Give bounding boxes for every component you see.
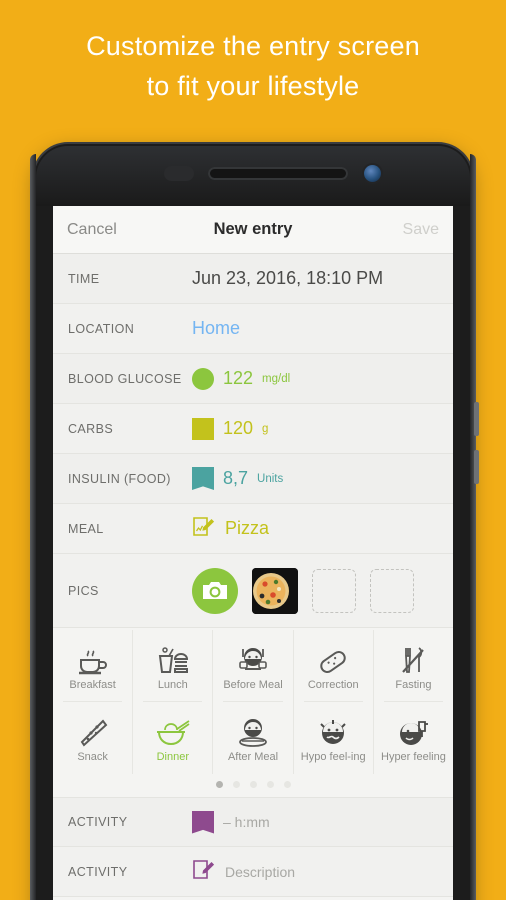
tag-label: Dinner — [156, 750, 189, 763]
activity-duration-value: – h:mm — [223, 814, 270, 830]
page-title: New entry — [213, 220, 293, 238]
tag-correction[interactable]: Correction — [294, 630, 374, 702]
tag-hypo-feeling[interactable]: Hypo feel-ing — [294, 702, 374, 774]
carbs-unit: g — [262, 422, 269, 435]
coffee-cup-icon — [76, 642, 110, 676]
promo-line-2: to fit your lifestyle — [146, 71, 360, 101]
tag-breakfast[interactable]: Breakfast — [53, 630, 134, 702]
row-carbs[interactable]: CARBS 120 g — [53, 404, 453, 454]
tag-fasting[interactable]: Fasting — [374, 630, 453, 702]
row-label-meal: MEAL — [68, 521, 104, 536]
proximity-sensor — [164, 166, 194, 181]
tag-before-meal[interactable]: Before Meal — [213, 630, 294, 702]
add-photo-camera-button[interactable] — [192, 567, 238, 614]
face-before-meal-icon — [235, 642, 271, 676]
row-blood-glucose[interactable]: BLOOD GLUCOSE 122 mg/dl — [53, 354, 453, 404]
tag-label: Lunch — [157, 678, 188, 691]
tag-hyper-feeling[interactable]: Hyper feeling — [374, 702, 453, 774]
tag-label: Breakfast — [69, 678, 116, 691]
tag-lunch[interactable]: Lunch — [133, 630, 214, 702]
row-label-location: LOCATION — [68, 321, 135, 336]
pager-dot-1[interactable] — [215, 781, 223, 788]
phone-device-mockup: Cancel New entry Save TIME Jun 23, 2016,… — [30, 144, 479, 900]
activity-duration-icon — [192, 810, 214, 834]
row-time[interactable]: TIME Jun 23, 2016, 18:10 PM — [53, 254, 453, 304]
time-value: Jun 23, 2016, 18:10 PM — [192, 268, 384, 288]
promo-line-1: Customize the entry screen — [86, 31, 420, 61]
row-insulin-food[interactable]: INSULIN (FOOD) 8,7 Units — [53, 454, 453, 504]
row-activity-description[interactable]: ACTIVITY Description — [53, 847, 453, 897]
blood-glucose-circle-icon — [192, 367, 214, 390]
tag-grid: Breakfast Lunch Before Meal Correction F… — [53, 628, 453, 797]
face-after-meal-icon — [235, 714, 271, 748]
row-pics: PICS — [53, 554, 453, 628]
row-label-activity-duration: ACTIVITY — [68, 815, 128, 829]
carbs-square-icon — [192, 417, 214, 440]
tag-label: Correction — [307, 678, 359, 691]
location-value[interactable]: Home — [192, 318, 240, 339]
hyper-feeling-icon — [396, 714, 430, 748]
crossed-cutlery-icon — [397, 642, 429, 676]
tag-label: Hyper feeling — [381, 750, 446, 763]
pager-dot-4[interactable] — [266, 781, 274, 788]
row-label-insulin-food: INSULIN (FOOD) — [68, 471, 171, 486]
carbs-value: 120 — [223, 418, 254, 438]
pager-dot-5[interactable] — [283, 781, 291, 788]
navigation-bar: Cancel New entry Save — [53, 206, 453, 254]
rice-bowl-icon — [155, 714, 191, 748]
phone-right-bezel — [470, 154, 476, 900]
meal-value: Pizza — [225, 518, 270, 538]
row-location[interactable]: LOCATION Home — [53, 304, 453, 354]
row-label-activity-description: ACTIVITY — [68, 864, 128, 879]
blood-glucose-unit: mg/dl — [262, 372, 291, 385]
tag-label: Before Meal — [223, 678, 283, 691]
tag-label: Snack — [77, 750, 108, 763]
volume-up-button[interactable] — [474, 402, 479, 436]
row-label-carbs: CARBS — [68, 421, 114, 436]
tag-pager-dots[interactable] — [53, 774, 453, 797]
blood-glucose-value: 122 — [223, 368, 254, 388]
earpiece-speaker — [208, 167, 348, 180]
pager-dot-3[interactable] — [249, 781, 257, 788]
insulin-unit: Units — [257, 472, 284, 485]
tag-after-meal[interactable]: After Meal — [213, 702, 294, 774]
photo-thumbnail-pizza[interactable] — [252, 567, 298, 614]
row-label-time: TIME — [68, 271, 100, 286]
phone-left-bezel — [30, 154, 36, 900]
meal-note-pencil-icon — [192, 515, 216, 543]
bandage-icon — [316, 642, 350, 676]
hypo-feeling-icon — [316, 714, 350, 748]
insulin-value: 8,7 — [223, 468, 249, 488]
photo-slot-empty-1[interactable] — [312, 568, 356, 613]
row-label-pics: PICS — [68, 583, 99, 598]
insulin-shield-icon — [192, 467, 214, 490]
drink-burger-icon — [156, 642, 190, 676]
row-activity-duration[interactable]: ACTIVITY – h:mm — [53, 797, 453, 847]
tag-dinner[interactable]: Dinner — [133, 702, 214, 774]
volume-down-button[interactable] — [474, 450, 479, 484]
tag-row-1: Breakfast Lunch Before Meal Correction F… — [53, 630, 453, 702]
pager-dot-2[interactable] — [232, 781, 240, 788]
tag-label: Fasting — [395, 678, 432, 691]
activity-description-value: Description — [225, 863, 296, 880]
tag-row-2: Snack Dinner After Meal Hypo feel-ing Hy… — [53, 702, 453, 774]
promo-headline: Customize the entry screen to fit your l… — [0, 26, 506, 106]
front-camera-lens — [364, 165, 381, 182]
row-label-blood-glucose: BLOOD GLUCOSE — [68, 371, 182, 386]
camera-icon — [203, 582, 227, 599]
row-meal[interactable]: MEAL Pizza — [53, 504, 453, 554]
tag-label: Hypo feel-ing — [300, 750, 366, 763]
tag-label: After Meal — [227, 750, 279, 763]
activity-note-pencil-icon — [192, 858, 216, 886]
pizza-slice-icon — [77, 714, 109, 748]
app-screen: Cancel New entry Save TIME Jun 23, 2016,… — [53, 206, 453, 900]
photo-slot-empty-2[interactable] — [370, 568, 414, 613]
tag-snack[interactable]: Snack — [53, 702, 134, 774]
